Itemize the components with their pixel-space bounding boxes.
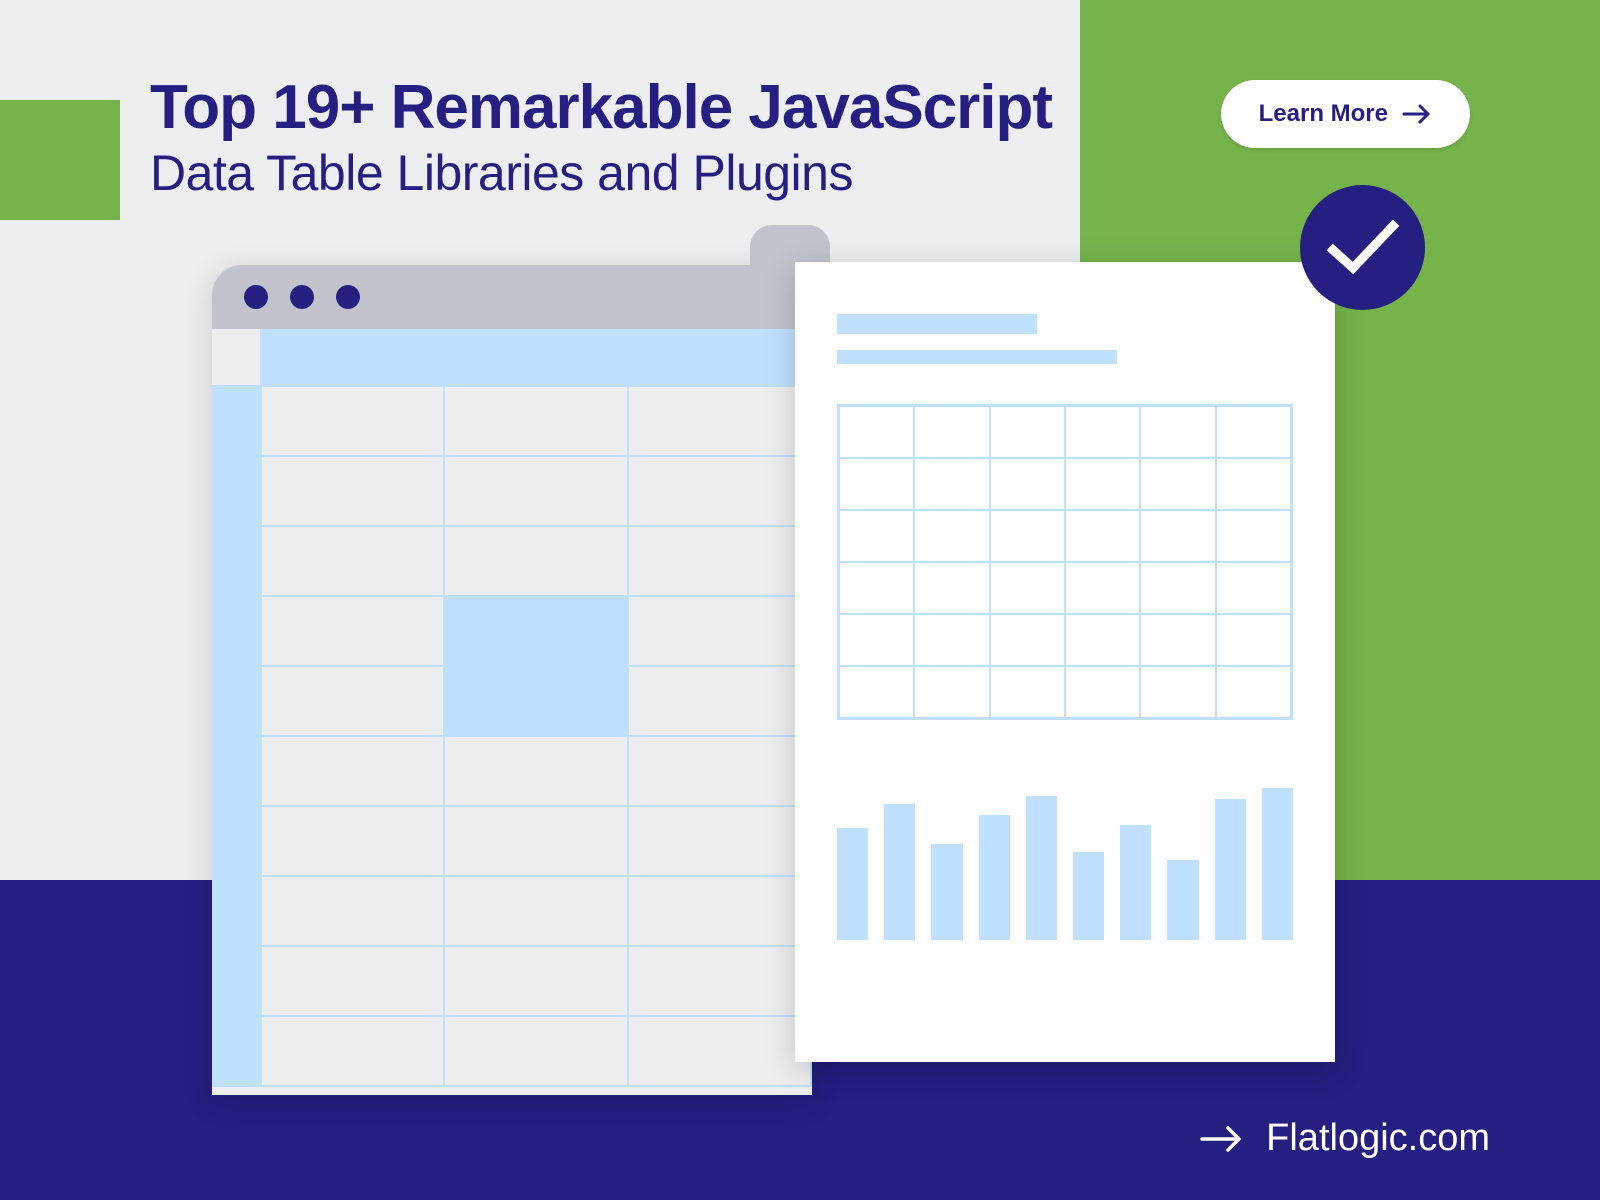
check-icon bbox=[1325, 218, 1400, 278]
chart-bar bbox=[931, 844, 962, 940]
chart-bar bbox=[1262, 788, 1293, 940]
table-row bbox=[212, 807, 812, 877]
window-dot-icon bbox=[290, 285, 314, 309]
chart-bar bbox=[837, 828, 868, 940]
doc-table bbox=[837, 404, 1293, 720]
table-row bbox=[212, 1017, 812, 1087]
arrow-right-icon bbox=[1200, 1125, 1244, 1153]
learn-more-button[interactable]: Learn More bbox=[1221, 80, 1470, 148]
table-row bbox=[212, 667, 812, 737]
heading-line1: Top 19+ Remarkable JavaScript bbox=[150, 75, 1052, 140]
bg-green-left-square bbox=[0, 100, 120, 220]
checkmark-badge bbox=[1300, 185, 1425, 310]
chart-bar bbox=[1215, 799, 1246, 940]
window-titlebar bbox=[212, 265, 812, 329]
window-dot-icon bbox=[244, 285, 268, 309]
table-row bbox=[212, 387, 812, 457]
page-heading: Top 19+ Remarkable JavaScript Data Table… bbox=[150, 75, 1052, 202]
spreadsheet-header-row bbox=[212, 329, 812, 387]
table-row bbox=[212, 737, 812, 807]
spreadsheet-window bbox=[212, 265, 812, 1095]
chart-bar bbox=[884, 804, 915, 940]
chart-bar bbox=[1167, 860, 1198, 940]
brand-text: Flatlogic.com bbox=[1266, 1117, 1490, 1160]
report-document bbox=[795, 262, 1335, 1062]
brand-link[interactable]: Flatlogic.com bbox=[1200, 1117, 1490, 1160]
chart-bar bbox=[1120, 825, 1151, 940]
table-row bbox=[212, 457, 812, 527]
chart-bar bbox=[979, 815, 1010, 940]
doc-bar-chart bbox=[837, 780, 1293, 940]
doc-title-placeholder bbox=[837, 314, 1037, 334]
chart-bar bbox=[1073, 852, 1104, 940]
table-row bbox=[212, 947, 812, 1017]
table-row bbox=[212, 527, 812, 597]
doc-subtitle-placeholder bbox=[837, 350, 1117, 364]
chart-bar bbox=[1026, 796, 1057, 940]
learn-more-label: Learn More bbox=[1259, 100, 1388, 128]
spreadsheet-body bbox=[212, 329, 812, 1095]
window-dot-icon bbox=[336, 285, 360, 309]
table-row bbox=[212, 597, 812, 667]
arrow-right-icon bbox=[1402, 104, 1432, 124]
heading-line2: Data Table Libraries and Plugins bbox=[150, 144, 1052, 202]
table-row bbox=[212, 877, 812, 947]
